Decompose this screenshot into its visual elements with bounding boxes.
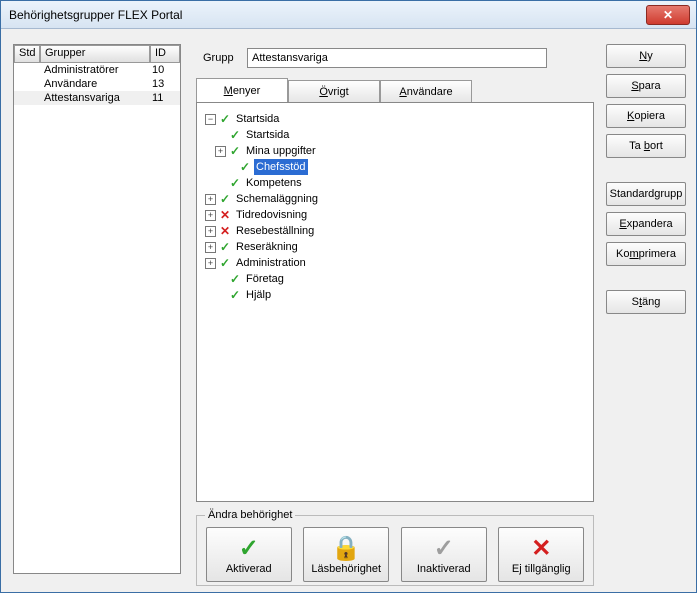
tree-node[interactable]: +✕Resebeställning [205, 223, 585, 239]
tree-label: Schemaläggning [234, 191, 320, 207]
check-icon: ✓ [228, 271, 242, 287]
row-id: 10 [150, 64, 180, 76]
check-icon: ✓ [228, 143, 242, 159]
expand-icon[interactable]: + [205, 242, 216, 253]
close-icon: ✕ [663, 8, 673, 22]
inaktiverad-label: Inaktiverad [417, 563, 471, 575]
tab-övrigt[interactable]: Övrigt [288, 80, 380, 103]
groups-header: Std Grupper ID [14, 45, 180, 63]
aktiverad-button[interactable]: ✓ Aktiverad [206, 527, 292, 582]
check-icon: ✓ [218, 255, 232, 271]
expand-icon[interactable]: + [205, 226, 216, 237]
tree-label: Administration [234, 255, 308, 271]
titlebar: Behörighetsgrupper FLEX Portal ✕ [1, 1, 696, 29]
change-legend: Ändra behörighet [205, 509, 295, 521]
check-icon: ✓ [238, 159, 252, 175]
tabort-button[interactable]: Ta bort [606, 134, 686, 158]
client-area: Std Grupper ID Administratörer10Användar… [1, 29, 696, 592]
lock-icon: 🔒 [331, 535, 361, 563]
stang-button[interactable]: Stäng [606, 290, 686, 314]
row-name: Administratörer [40, 64, 150, 76]
tree-node[interactable]: +✕Tidredovisning [205, 207, 585, 223]
cross-icon: ✕ [531, 535, 551, 563]
grupp-input[interactable] [247, 48, 547, 68]
tree-node[interactable]: ✓Chefsstöd [205, 159, 585, 175]
tree-label: Resebeställning [234, 223, 316, 239]
side-buttons: Ny Spara Kopiera Ta bort Standardgrupp E… [606, 44, 686, 314]
tree-node[interactable]: ✓Hjälp [205, 287, 585, 303]
expand-icon[interactable]: + [205, 194, 216, 205]
spara-button[interactable]: Spara [606, 74, 686, 98]
ej-label: Ej tillgänglig [512, 563, 571, 575]
col-grupper[interactable]: Grupper [40, 45, 150, 63]
tree-node[interactable]: +✓Administration [205, 255, 585, 271]
tree-label: Kompetens [244, 175, 304, 191]
expandera-button[interactable]: Expandera [606, 212, 686, 236]
table-row[interactable]: Attestansvariga11 [14, 91, 180, 105]
check-icon: ✓ [218, 239, 232, 255]
komprimera-button[interactable]: Komprimera [606, 242, 686, 266]
tree-node[interactable]: ✓Kompetens [205, 175, 585, 191]
kopiera-button[interactable]: Kopiera [606, 104, 686, 128]
lasbehorighet-button[interactable]: 🔒 Läsbehörighet [303, 527, 389, 582]
tree-node[interactable]: ✓Startsida [205, 127, 585, 143]
tree-label: Mina uppgifter [244, 143, 318, 159]
las-label: Läsbehörighet [311, 563, 381, 575]
row-id: 13 [150, 78, 180, 90]
row-id: 11 [150, 92, 180, 104]
check-icon: ✓ [218, 111, 232, 127]
check-icon: ✓ [218, 191, 232, 207]
tree-node[interactable]: +✓Reseräkning [205, 239, 585, 255]
tree-panel[interactable]: −✓Startsida✓Startsida+✓Mina uppgifter✓Ch… [196, 102, 594, 502]
tree-label: Chefsstöd [254, 159, 308, 175]
table-row[interactable]: Användare13 [14, 77, 180, 91]
tree-node[interactable]: ✓Företag [205, 271, 585, 287]
tree-label: Reseräkning [234, 239, 300, 255]
check-icon: ✓ [228, 175, 242, 191]
expand-icon[interactable]: + [215, 146, 226, 157]
cross-icon: ✕ [218, 207, 232, 223]
aktiverad-label: Aktiverad [226, 563, 272, 575]
cross-icon: ✕ [218, 223, 232, 239]
groups-table[interactable]: Std Grupper ID Administratörer10Användar… [13, 44, 181, 574]
check-icon: ✓ [228, 127, 242, 143]
ejtillganglig-button[interactable]: ✕ Ej tillgänglig [498, 527, 584, 582]
change-permission-group: Ändra behörighet ✓ Aktiverad 🔒 Läsbehöri… [196, 509, 594, 586]
inaktiverad-button[interactable]: ✓ Inaktiverad [401, 527, 487, 582]
tree-label: Startsida [234, 111, 281, 127]
tab-användare[interactable]: Användare [380, 80, 472, 103]
tree-node[interactable]: +✓Mina uppgifter [205, 143, 585, 159]
expand-icon[interactable]: + [205, 210, 216, 221]
tree-label: Startsida [244, 127, 291, 143]
window: Behörighetsgrupper FLEX Portal ✕ Std Gru… [0, 0, 697, 593]
collapse-icon[interactable]: − [205, 114, 216, 125]
tab-menyer[interactable]: Menyer [196, 78, 288, 103]
tabs: MenyerÖvrigtAnvändare [196, 78, 581, 103]
check-icon: ✓ [239, 535, 259, 563]
window-title: Behörighetsgrupper FLEX Portal [9, 8, 182, 22]
table-row[interactable]: Administratörer10 [14, 63, 180, 77]
tree-label: Tidredovisning [234, 207, 309, 223]
expand-icon[interactable]: + [205, 258, 216, 269]
check-icon: ✓ [228, 287, 242, 303]
tree-label: Företag [244, 271, 286, 287]
tree-node[interactable]: −✓Startsida [205, 111, 585, 127]
row-name: Användare [40, 78, 150, 90]
ny-button[interactable]: Ny [606, 44, 686, 68]
standardgrupp-button[interactable]: Standardgrupp [606, 182, 686, 206]
grupp-label: Grupp [203, 52, 234, 64]
row-name: Attestansvariga [40, 92, 150, 104]
check-gray-icon: ✓ [434, 535, 454, 563]
close-button[interactable]: ✕ [646, 5, 690, 25]
tree-node[interactable]: +✓Schemaläggning [205, 191, 585, 207]
col-id[interactable]: ID [150, 45, 180, 63]
tree-label: Hjälp [244, 287, 273, 303]
col-std[interactable]: Std [14, 45, 40, 63]
